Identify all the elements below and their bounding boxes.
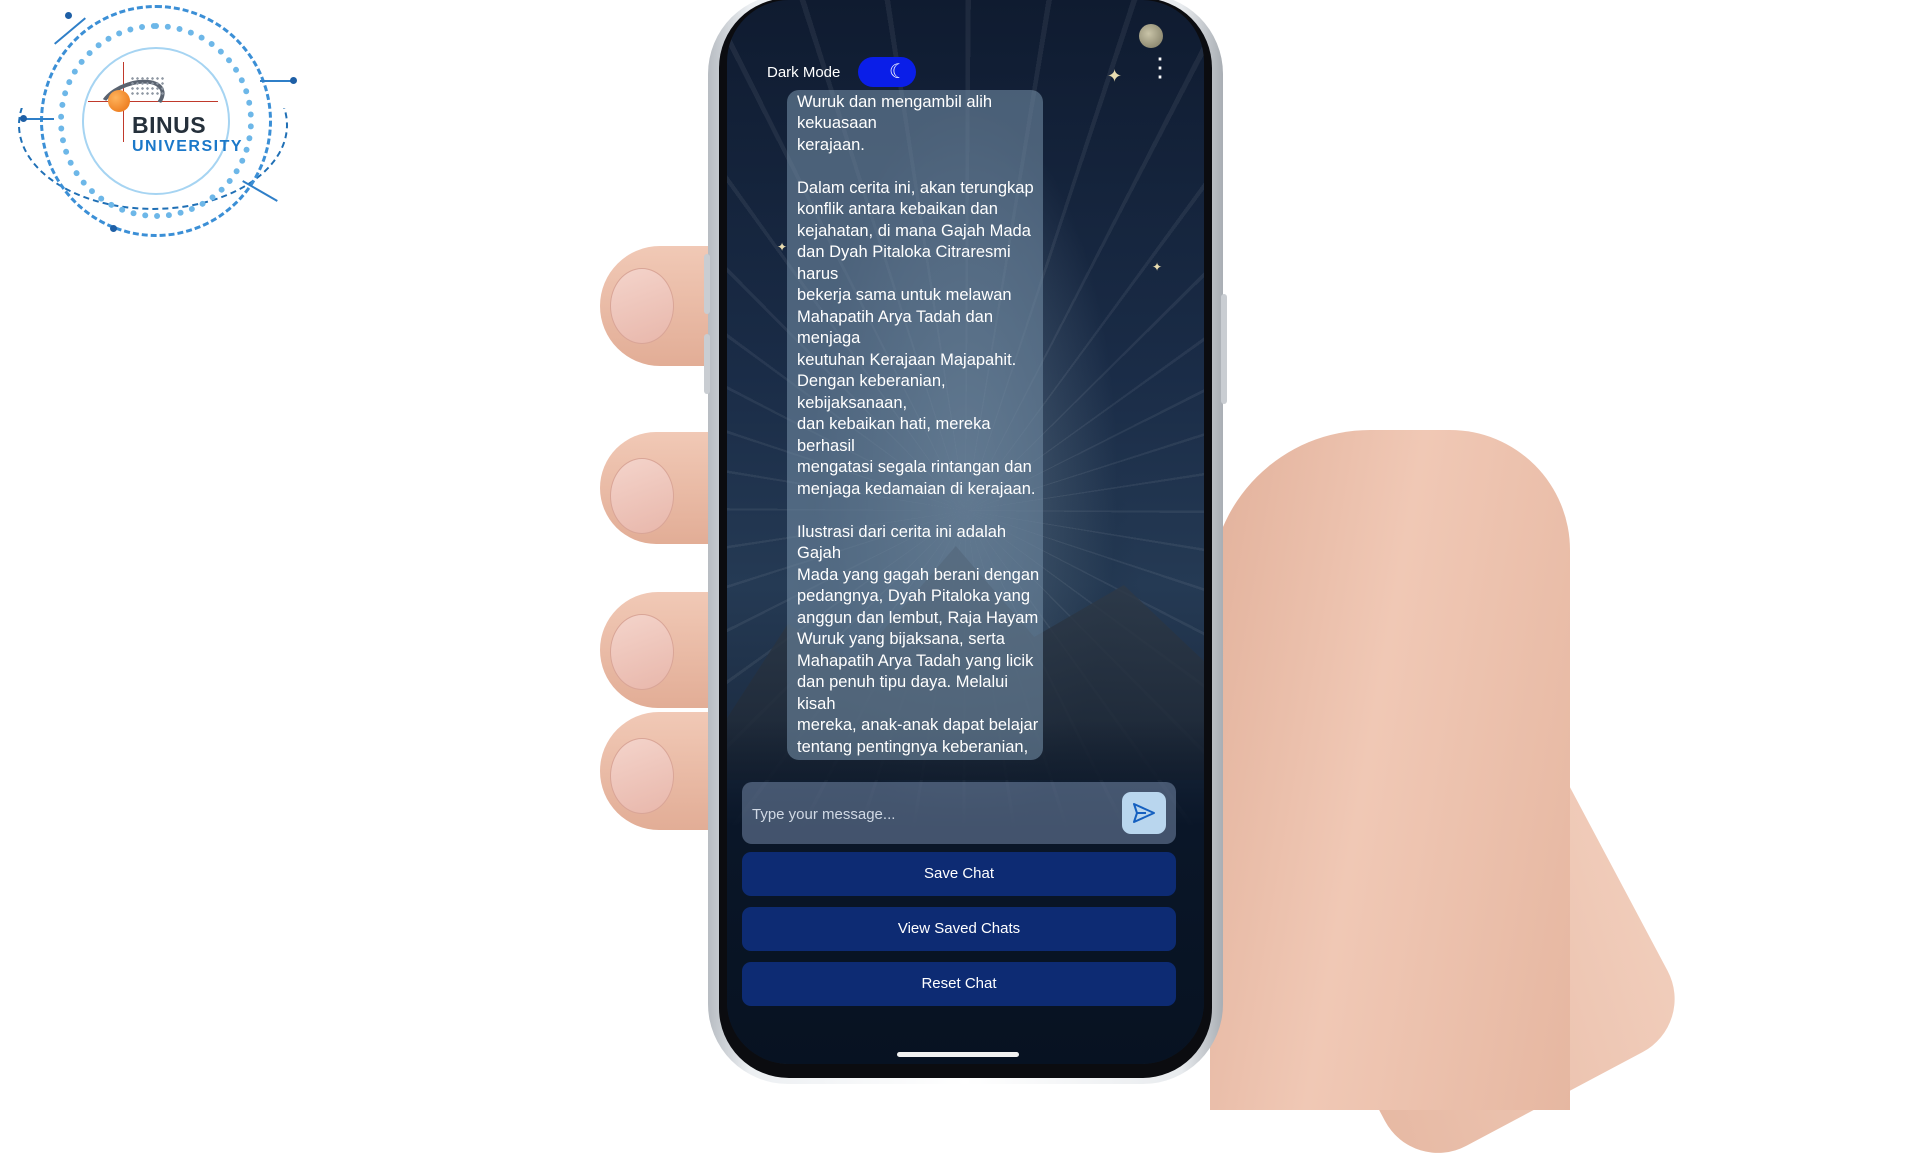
app-screen: ✦ ✦ ✦ Dark Mode ☾ ⋮ untuk menjatuhkan Ra…	[727, 0, 1204, 1064]
chat-message-bubble: untuk menjatuhkan Raja Hayam Wuruk dan m…	[787, 90, 1043, 760]
binus-university-logo: BINUS UNIVERSITY	[10, 0, 300, 245]
message-input[interactable]	[750, 794, 1114, 834]
moon-icon: ☾	[889, 61, 907, 83]
logo-university-text: UNIVERSITY	[132, 138, 244, 155]
moon-decoration	[1139, 24, 1163, 48]
star-decoration: ✦	[1152, 260, 1163, 274]
hand-palm	[1210, 430, 1570, 1110]
logo-binus-text: BINUS	[132, 112, 207, 138]
more-vertical-icon[interactable]: ⋮	[1147, 54, 1173, 92]
view-saved-chats-button[interactable]: View Saved Chats	[742, 907, 1176, 951]
message-input-bar	[742, 782, 1176, 844]
send-button[interactable]	[1122, 792, 1166, 834]
chat-message-text: untuk menjatuhkan Raja Hayam Wuruk dan m…	[797, 92, 1040, 761]
save-chat-button[interactable]: Save Chat	[742, 852, 1176, 896]
reset-chat-button[interactable]: Reset Chat	[742, 962, 1176, 1006]
dark-mode-label: Dark Mode	[767, 64, 841, 81]
home-indicator[interactable]	[897, 1052, 1019, 1057]
star-decoration: ✦	[777, 240, 788, 254]
send-icon	[1133, 803, 1155, 823]
star-decoration: ✦	[1107, 66, 1123, 86]
dark-mode-toggle[interactable]: ☾	[858, 57, 916, 87]
